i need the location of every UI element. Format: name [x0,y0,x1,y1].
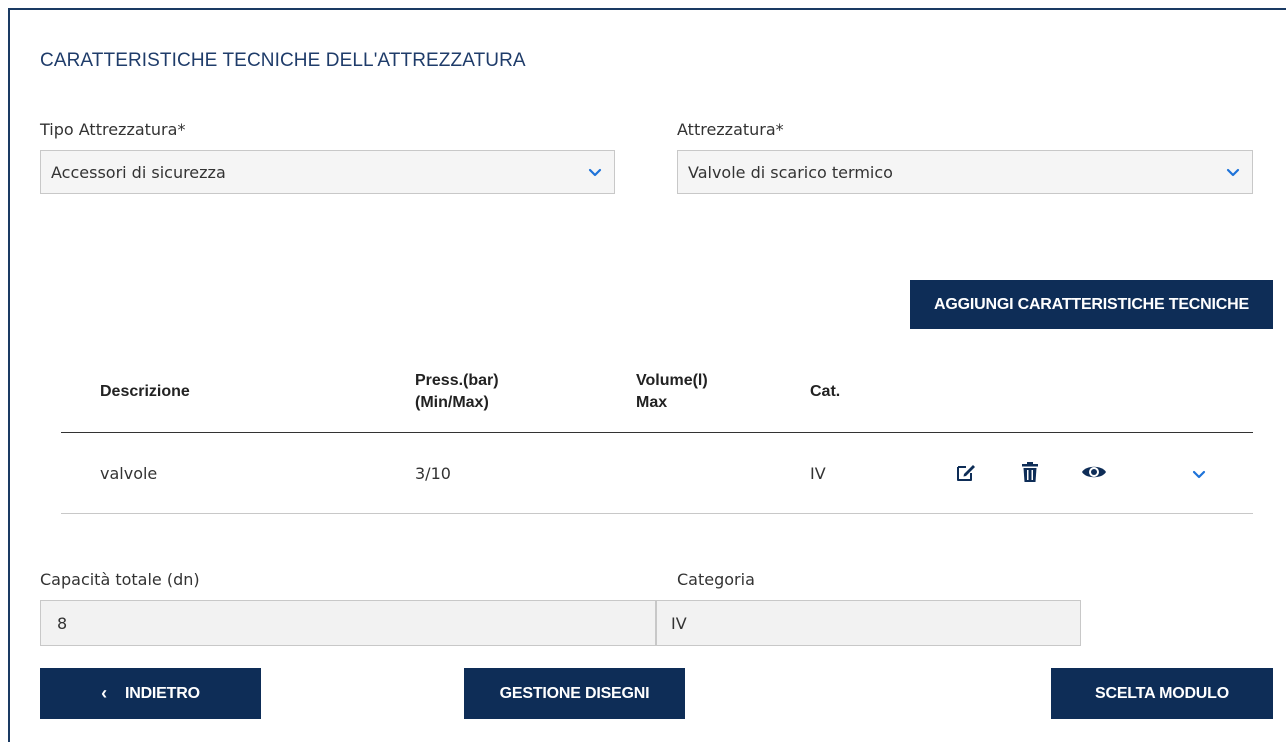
chevron-left-icon: ‹ [101,683,107,703]
scelta-modulo-button[interactable]: SCELTA MODULO [1051,668,1273,719]
delete-button[interactable] [1017,459,1043,485]
eye-icon [1082,466,1106,478]
edit-button[interactable] [953,459,979,485]
header-press-line2: (Min/Max) [415,394,489,411]
chevron-down-icon [1192,470,1206,479]
chevron-down-icon [1226,168,1240,177]
trash-icon [1022,462,1038,482]
header-press: Press.(bar) (Min/Max) [415,370,499,414]
tipo-attrezzatura-label: Tipo Attrezzatura* [40,120,186,139]
capacita-label: Capacità totale (dn) [40,570,200,589]
cell-cat: IV [810,464,826,483]
back-button[interactable]: ‹ INDIETRO [40,668,261,719]
chevron-down-icon [588,168,602,177]
header-volume: Volume(l) Max [636,370,708,414]
capacita-value: 8 [57,613,68,633]
cell-press: 3/10 [415,464,451,483]
expand-row-button[interactable] [1186,461,1212,487]
tipo-attrezzatura-select[interactable]: Accessori di sicurezza [40,150,615,194]
header-cat: Cat. [810,383,841,400]
edit-icon [957,465,975,481]
table-row: valvole 3/10 IV [61,433,1253,513]
attrezzatura-label: Attrezzatura* [677,120,784,139]
cell-descrizione: valvole [100,464,158,483]
header-descrizione: Descrizione [100,383,190,400]
header-press-line1: Press.(bar) [415,372,499,389]
add-caratteristiche-button[interactable]: AGGIUNGI CARATTERISTICHE TECNICHE [910,280,1273,329]
tipo-attrezzatura-value: Accessori di sicurezza [51,162,226,182]
header-volume-line2: Max [636,394,668,411]
section-title: CARATTERISTICHE TECNICHE DELL'ATTREZZATU… [40,50,526,71]
back-button-label: INDIETRO [124,684,200,702]
attrezzatura-value: Valvole di scarico termico [688,162,893,182]
attrezzatura-select[interactable]: Valvole di scarico termico [677,150,1253,194]
categoria-value: IV [671,613,687,633]
gestione-disegni-button[interactable]: GESTIONE DISEGNI [464,668,685,719]
categoria-label: Categoria [677,570,755,589]
capacita-field[interactable]: 8 [40,600,656,646]
categoria-field[interactable]: IV [656,600,1081,646]
table-row-divider [61,513,1253,514]
view-button[interactable] [1081,459,1107,485]
header-volume-line1: Volume(l) [636,372,708,389]
